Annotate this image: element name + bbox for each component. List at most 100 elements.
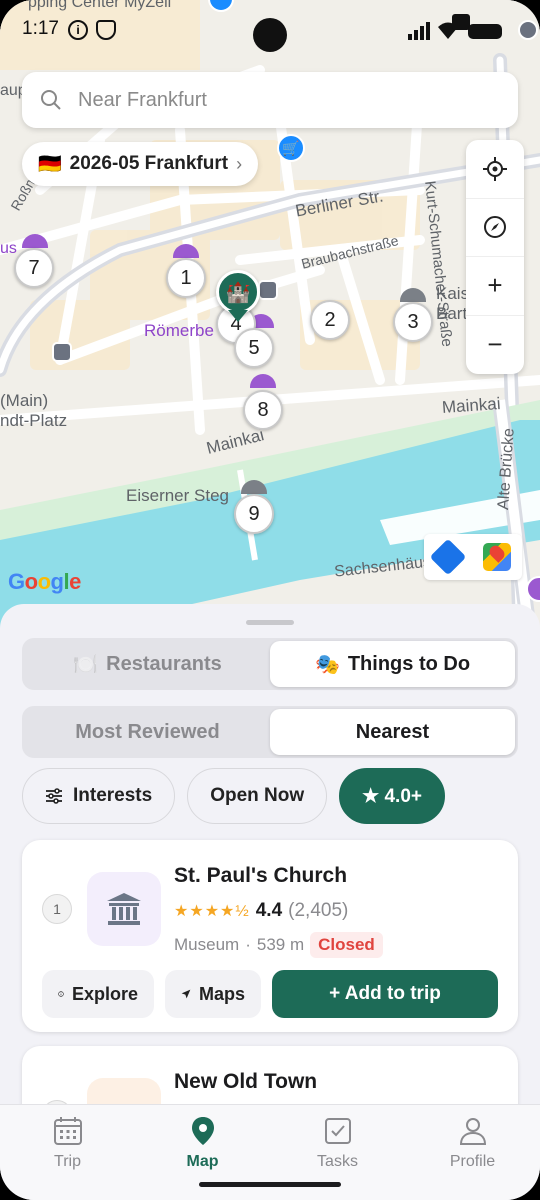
tab-tasks-label: Tasks — [317, 1153, 358, 1170]
explore-label: Explore — [71, 983, 138, 1004]
result-card[interactable]: 2 New Old Town — [22, 1046, 518, 1104]
trip-chip-label: 2026-05 Frankfurt — [69, 153, 229, 174]
google-logo: Google — [8, 569, 81, 594]
result-thumbnail — [87, 872, 161, 946]
rating-filter-label: ★ 4.0+ — [362, 785, 422, 807]
search-input[interactable] — [78, 88, 458, 112]
selected-marker-tip-icon — [228, 310, 248, 322]
map-pin-8[interactable]: 8 — [243, 390, 283, 430]
navigation-arrow-icon — [181, 989, 191, 999]
status-bar: 1:17 i — [0, 0, 540, 60]
sheet-drag-handle[interactable] — [246, 620, 294, 625]
meta-separator: · — [245, 935, 251, 954]
interests-filter-chip[interactable]: Interests — [22, 768, 176, 824]
map-label-bart: Bart — [436, 304, 468, 323]
result-actions: Explore Maps + Add to trip — [42, 970, 498, 1018]
tab-trip-label: Trip — [54, 1153, 81, 1170]
results-sheet: 🍽️ Restaurants 🎭 Things to Do Most Revie… — [0, 604, 540, 1104]
zoom-in-icon: + — [487, 270, 503, 301]
map-pin-label: 8 — [257, 398, 269, 421]
add-to-trip-button[interactable]: + Add to trip — [272, 970, 498, 1018]
result-title[interactable]: St. Paul's Church — [174, 864, 347, 888]
locate-button[interactable] — [466, 140, 524, 199]
directions-button[interactable] — [429, 538, 467, 576]
tab-trip[interactable]: Trip — [0, 1105, 135, 1200]
map-pin-label: 3 — [407, 310, 419, 333]
google-maps-button[interactable] — [483, 543, 511, 571]
map-pin-7[interactable]: 7 — [14, 248, 54, 288]
rating-value: 4.4 — [255, 900, 283, 921]
add-to-trip-label: + Add to trip — [329, 983, 441, 1004]
map-pin-5[interactable]: 5 — [234, 328, 274, 368]
tab-restaurants[interactable]: 🍽️ Restaurants — [25, 641, 270, 687]
selected-landmark-marker[interactable]: 🏰 — [216, 270, 260, 314]
castle-icon: 🏰 — [225, 281, 251, 304]
tab-profile[interactable]: Profile — [405, 1105, 540, 1200]
maps-button[interactable]: Maps — [165, 970, 261, 1018]
transit-poi-icon[interactable] — [258, 280, 278, 300]
open-now-filter-chip[interactable]: Open Now — [187, 768, 328, 824]
map-pin-icon — [191, 1117, 214, 1145]
map-label-mainkai-right: Mainkai — [441, 393, 502, 418]
sort-nearest-label: Nearest — [355, 720, 430, 743]
sort-segmented-control: Most Reviewed Nearest — [22, 706, 518, 758]
compass-button[interactable] — [466, 199, 524, 257]
home-indicator[interactable] — [199, 1182, 341, 1187]
review-count: (2,405) — [288, 900, 349, 921]
shopping-poi-icon[interactable]: 🛒 — [277, 134, 305, 162]
rank-badge: 1 — [42, 894, 72, 924]
info-status-icon: i — [68, 20, 88, 40]
map-pin-label: 9 — [248, 502, 260, 525]
map-pin-label: 5 — [248, 336, 260, 359]
explore-button[interactable]: Explore — [42, 970, 154, 1018]
zoom-in-button[interactable]: + — [466, 257, 524, 316]
signal-icon — [408, 22, 430, 40]
category-segmented-control: 🍽️ Restaurants 🎭 Things to Do — [22, 638, 518, 690]
map-pin-1[interactable]: 1 — [166, 258, 206, 298]
star-rating-icon: ★★★★½ — [174, 903, 250, 920]
map-pin-3[interactable]: 3 — [393, 302, 433, 342]
filter-chips: Interests Open Now ★ 4.0+ — [22, 768, 445, 824]
germany-flag-icon: 🇩🇪 — [38, 154, 62, 175]
closed-badge: Closed — [310, 932, 383, 958]
open-now-label: Open Now — [210, 785, 305, 806]
map-pin-label: 2 — [324, 308, 336, 331]
sort-most-reviewed-label: Most Reviewed — [75, 720, 220, 743]
result-card[interactable]: 1 St. Paul's Church ★★★★½ 4.4 (2,405) Mu… — [22, 840, 518, 1032]
chevron-right-icon: › — [236, 153, 243, 174]
result-title[interactable]: New Old Town — [174, 1070, 317, 1094]
map-pin-2[interactable]: 2 — [310, 300, 350, 340]
tab-things-to-do[interactable]: 🎭 Things to Do — [270, 641, 515, 687]
map-label-roemer: Römerbe — [144, 321, 214, 340]
interests-label: Interests — [73, 785, 153, 806]
map-label-kais: Kais — [436, 284, 470, 303]
theater-masks-icon: 🎭 — [314, 653, 340, 676]
rating-filter-chip[interactable]: ★ 4.0+ — [339, 768, 445, 824]
calendar-icon — [53, 1117, 82, 1145]
info-icon — [58, 991, 64, 997]
map-view[interactable]: pping Center MyZeil aup Roßmal us Berlin… — [0, 0, 540, 640]
camera-cutout — [253, 18, 287, 52]
map-pin-label: 7 — [28, 256, 40, 279]
map-label-eiserner: Eiserner Steg — [126, 486, 229, 505]
sort-nearest[interactable]: Nearest — [270, 709, 515, 755]
tab-things-to-do-label: Things to Do — [347, 652, 471, 675]
phone-screen: pping Center MyZeil aup Roßmal us Berlin… — [0, 0, 540, 1200]
checkbox-icon — [324, 1118, 351, 1144]
result-category: Museum — [174, 935, 240, 954]
trip-selector-chip[interactable]: 🇩🇪 2026-05 Frankfurt › — [22, 142, 259, 186]
museum-icon — [107, 893, 141, 925]
transit-poi-icon-2[interactable] — [52, 342, 72, 362]
tab-map-label: Map — [186, 1153, 219, 1170]
search-bar[interactable] — [22, 72, 518, 128]
map-pin-9[interactable]: 9 — [234, 494, 274, 534]
shield-status-icon — [96, 20, 116, 40]
status-time: 1:17 — [22, 18, 59, 39]
search-icon — [41, 90, 61, 110]
map-pin-label: 1 — [180, 266, 192, 289]
plate-icon: 🍽️ — [73, 653, 99, 676]
person-icon — [459, 1118, 486, 1145]
sort-most-reviewed[interactable]: Most Reviewed — [25, 709, 270, 755]
maps-label: Maps — [198, 983, 245, 1004]
zoom-out-button[interactable]: − — [466, 316, 524, 375]
